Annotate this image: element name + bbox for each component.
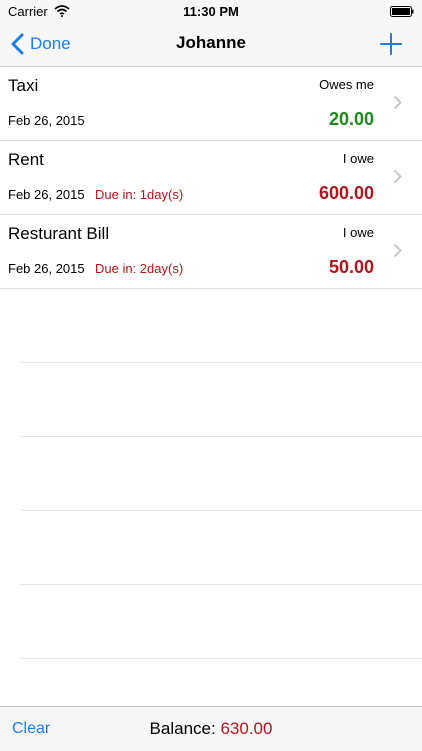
navigation-bar: Done Johanne — [0, 22, 422, 67]
entry-row-rent[interactable]: Rent I owe Feb 26, 2015 Due in: 1day(s) … — [0, 141, 422, 215]
plus-icon[interactable] — [380, 33, 402, 55]
entry-date: Feb 26, 2015 — [8, 113, 85, 128]
entry-title: Rent — [8, 150, 44, 169]
empty-row — [20, 289, 422, 363]
bottom-toolbar: Clear Balance: 630.00 — [0, 706, 422, 751]
entry-due: Due in: 1day(s) — [95, 187, 184, 202]
empty-row — [20, 585, 422, 659]
entry-amount: 600.00 — [318, 183, 374, 203]
entry-due: Due in: 2day(s) — [95, 261, 184, 276]
entry-date: Feb 26, 2015 — [8, 261, 85, 276]
entries-list: Taxi Owes me Feb 26, 2015 20.00 Rent I o… — [0, 67, 422, 659]
empty-row — [20, 437, 422, 511]
entry-row-taxi[interactable]: Taxi Owes me Feb 26, 2015 20.00 — [0, 67, 422, 141]
battery-icon — [390, 6, 414, 17]
entry-title: Resturant Bill — [8, 224, 110, 243]
entry-amount: 20.00 — [328, 109, 374, 129]
entry-relation: I owe — [342, 225, 374, 240]
entry-title: Taxi — [8, 76, 39, 95]
chevron-right-icon — [393, 243, 402, 258]
balance-summary: Balance: 630.00 — [0, 719, 422, 739]
page-title: Johanne — [176, 33, 246, 52]
entry-relation: Owes me — [319, 77, 374, 92]
empty-row — [20, 363, 422, 437]
empty-row — [20, 511, 422, 585]
status-bar: Carrier 11:30 PM — [0, 0, 422, 22]
chevron-right-icon — [393, 95, 402, 110]
chevron-right-icon — [393, 169, 402, 184]
entry-row-resturant-bill[interactable]: Resturant Bill I owe Feb 26, 2015 Due in… — [0, 215, 422, 289]
entry-date: Feb 26, 2015 — [8, 187, 85, 202]
balance-label: Balance: — [149, 719, 216, 738]
status-time: 11:30 PM — [183, 4, 239, 19]
entry-amount: 50.00 — [328, 257, 374, 277]
entry-relation: I owe — [342, 151, 374, 166]
balance-value: 630.00 — [220, 719, 273, 738]
